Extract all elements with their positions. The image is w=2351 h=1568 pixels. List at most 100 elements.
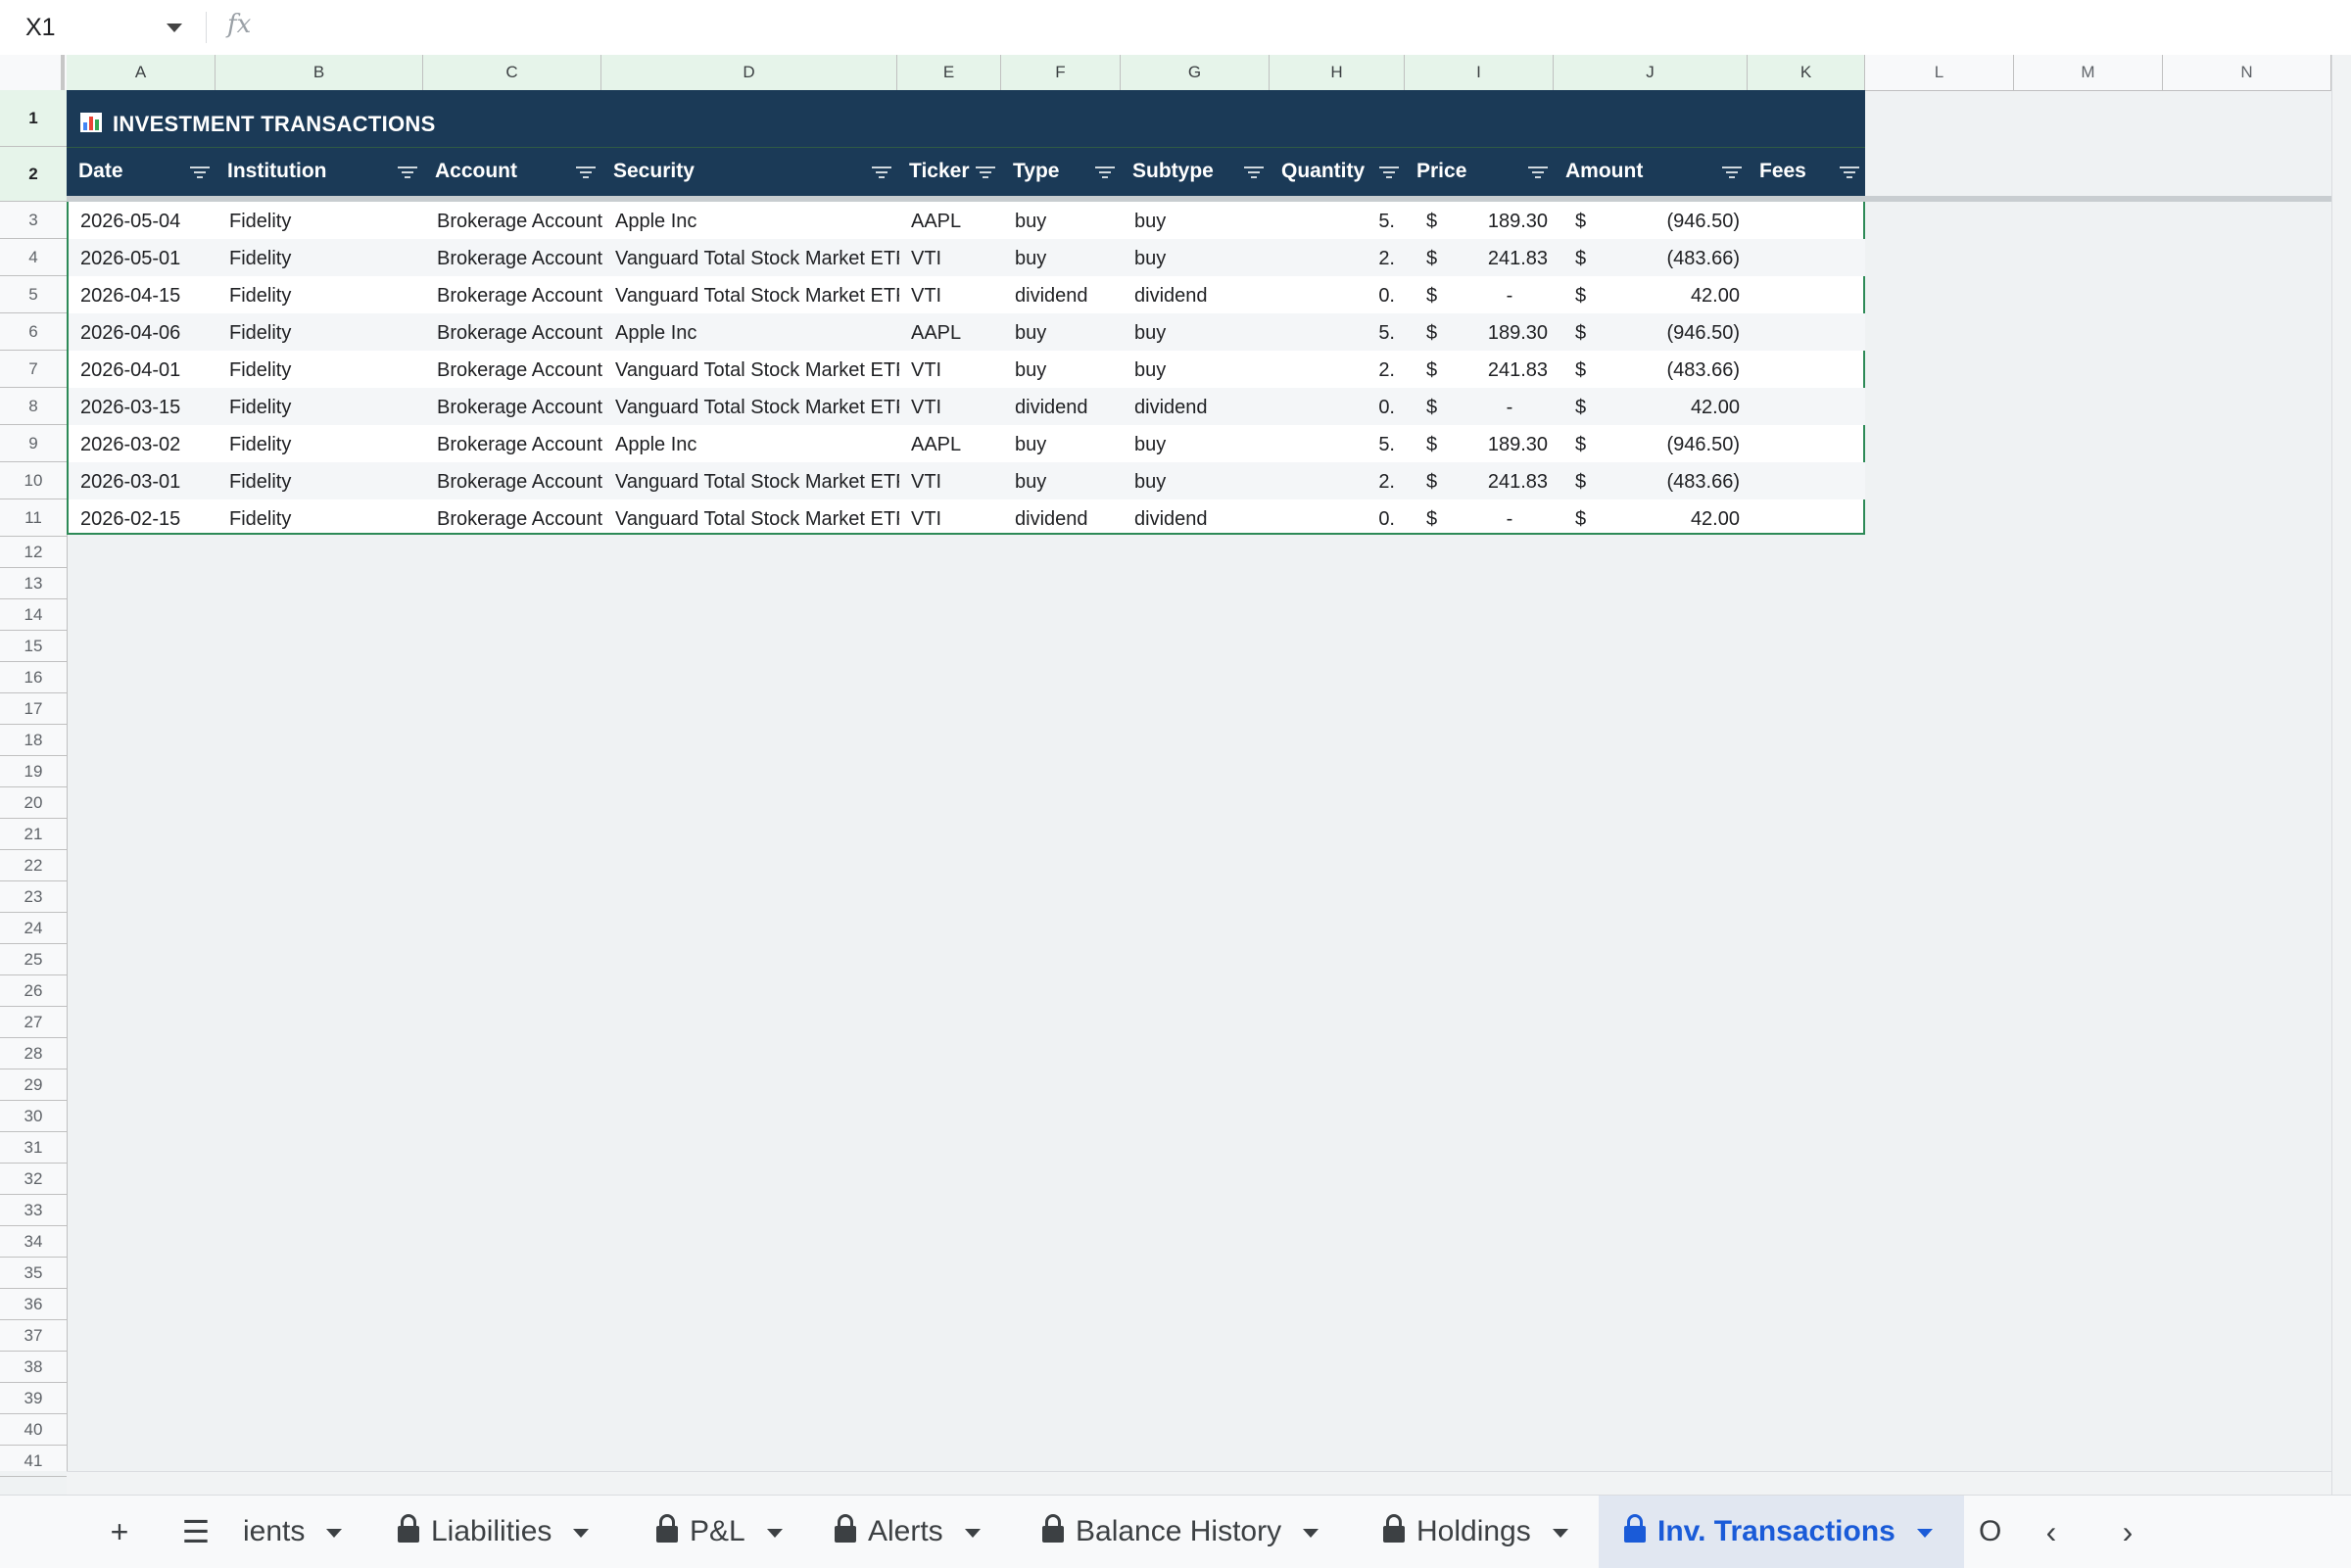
row-header-17[interactable]: 17 [0, 693, 67, 725]
row-header-6[interactable]: 6 [0, 313, 67, 351]
row-header-26[interactable]: 26 [0, 975, 67, 1007]
add-sheet-button[interactable]: + [100, 1496, 139, 1568]
row-header-35[interactable]: 35 [0, 1258, 67, 1289]
chevron-down-icon[interactable] [326, 1528, 343, 1538]
vertical-scrollbar[interactable] [2331, 55, 2351, 1495]
row-header-11[interactable]: 11 [0, 499, 67, 537]
table-row[interactable]: 2026-03-15 Fidelity Brokerage Account Vangu… [69, 388, 1865, 425]
tab-alerts[interactable]: Alerts [835, 1496, 981, 1568]
tab-liabilities[interactable]: Liabilities [398, 1496, 590, 1568]
row-header-12[interactable]: 12 [0, 537, 67, 568]
name-box[interactable]: X1 [25, 12, 190, 43]
table-row[interactable]: 2026-05-01 Fidelity Brokerage Account Vangu… [69, 239, 1865, 276]
row-header-20[interactable]: 20 [0, 787, 67, 819]
row-header-4[interactable]: 4 [0, 239, 67, 276]
column-header-j[interactable]: J [1554, 55, 1748, 90]
row-header-23[interactable]: 23 [0, 881, 67, 913]
table-row[interactable]: 2026-05-04 Fidelity Brokerage Account Apple… [69, 202, 1865, 239]
row-header-5[interactable]: 5 [0, 276, 67, 313]
tab-ients[interactable]: ients [243, 1496, 343, 1568]
table-row[interactable]: 2026-02-15 Fidelity Brokerage Account Vangu… [69, 499, 1865, 537]
column-header-i[interactable]: I [1405, 55, 1554, 90]
scroll-tabs-left-button[interactable]: ‹ [2032, 1496, 2071, 1568]
filter-type-icon[interactable] [1095, 166, 1115, 178]
chevron-down-icon[interactable] [766, 1528, 783, 1538]
column-header-e[interactable]: E [897, 55, 1001, 90]
row-header-9[interactable]: 9 [0, 425, 67, 462]
name-box-dropdown-icon[interactable] [167, 24, 182, 32]
column-header-d[interactable]: D [601, 55, 897, 90]
filter-date-icon[interactable] [190, 166, 210, 178]
table-row[interactable]: 2026-04-15 Fidelity Brokerage Account Vangu… [69, 276, 1865, 313]
tab-inv-transactions[interactable]: Inv. Transactions [1599, 1496, 1964, 1568]
column-header-h[interactable]: H [1270, 55, 1405, 90]
chevron-down-icon[interactable] [573, 1528, 590, 1538]
column-header-c[interactable]: C [423, 55, 601, 90]
row-header-28[interactable]: 28 [0, 1038, 67, 1069]
filter-subtype-icon[interactable] [1244, 166, 1264, 178]
row-header-16[interactable]: 16 [0, 662, 67, 693]
row-header-13[interactable]: 13 [0, 568, 67, 599]
filter-security-icon[interactable] [872, 166, 891, 178]
table-row[interactable]: 2026-04-01 Fidelity Brokerage Account Vangu… [69, 351, 1865, 388]
filter-fees-icon[interactable] [1840, 166, 1859, 178]
tab-p-l[interactable]: P&L [656, 1496, 783, 1568]
table-row[interactable]: 2026-04-06 Fidelity Brokerage Account Apple… [69, 313, 1865, 351]
row-header-41[interactable]: 41 [0, 1446, 67, 1477]
row-header-3[interactable]: 3 [0, 202, 67, 239]
chevron-down-icon[interactable] [964, 1528, 981, 1538]
row-header-36[interactable]: 36 [0, 1289, 67, 1320]
tab-holdings[interactable]: Holdings [1383, 1496, 1568, 1568]
filter-account-icon[interactable] [576, 166, 596, 178]
all-sheets-menu-button[interactable]: ☰ [176, 1496, 216, 1568]
column-header-m[interactable]: M [2014, 55, 2163, 90]
filter-amount-icon[interactable] [1722, 166, 1742, 178]
column-header-g[interactable]: G [1121, 55, 1270, 90]
row-header-38[interactable]: 38 [0, 1352, 67, 1383]
row-header-2[interactable]: 2 [0, 147, 67, 202]
sheet-grid[interactable]: INVESTMENT TRANSACTIONS Date Institution A… [67, 90, 2331, 1471]
row-header-33[interactable]: 33 [0, 1195, 67, 1226]
row-header-39[interactable]: 39 [0, 1383, 67, 1414]
row-header-21[interactable]: 21 [0, 819, 67, 850]
chevron-down-icon[interactable] [1916, 1528, 1933, 1538]
chevron-down-icon[interactable] [1552, 1528, 1568, 1538]
filter-ticker-icon[interactable] [976, 166, 995, 178]
table-title-band[interactable]: INVESTMENT TRANSACTIONS [67, 90, 1865, 147]
column-header-n[interactable]: N [2163, 55, 2331, 90]
row-header-30[interactable]: 30 [0, 1101, 67, 1132]
row-header-19[interactable]: 19 [0, 756, 67, 787]
column-header-b[interactable]: B [216, 55, 423, 90]
row-header-1[interactable]: 1 [0, 90, 67, 147]
select-all-corner[interactable] [0, 55, 65, 90]
row-header-40[interactable]: 40 [0, 1414, 67, 1446]
row-header-37[interactable]: 37 [0, 1320, 67, 1352]
row-header-18[interactable]: 18 [0, 725, 67, 756]
row-header-29[interactable]: 29 [0, 1069, 67, 1101]
tab-overflow-partial[interactable]: O [1979, 1496, 2001, 1568]
chevron-down-icon[interactable] [1303, 1528, 1319, 1538]
scroll-tabs-right-button[interactable]: › [2108, 1496, 2147, 1568]
row-header-14[interactable]: 14 [0, 599, 67, 631]
horizontal-scrollbar[interactable] [67, 1471, 2331, 1496]
column-header-k[interactable]: K [1748, 55, 1865, 90]
row-header-25[interactable]: 25 [0, 944, 67, 975]
column-header-f[interactable]: F [1001, 55, 1121, 90]
row-header-22[interactable]: 22 [0, 850, 67, 881]
row-header-10[interactable]: 10 [0, 462, 67, 499]
table-row[interactable]: 2026-03-01 Fidelity Brokerage Account Vangu… [69, 462, 1865, 499]
column-header-a[interactable]: A [67, 55, 216, 90]
row-header-7[interactable]: 7 [0, 351, 67, 388]
row-header-34[interactable]: 34 [0, 1226, 67, 1258]
row-header-31[interactable]: 31 [0, 1132, 67, 1164]
filter-institution-icon[interactable] [398, 166, 417, 178]
filter-quantity-icon[interactable] [1379, 166, 1399, 178]
row-header-24[interactable]: 24 [0, 913, 67, 944]
row-header-8[interactable]: 8 [0, 388, 67, 425]
row-header-32[interactable]: 32 [0, 1164, 67, 1195]
filter-price-icon[interactable] [1528, 166, 1548, 178]
row-header-15[interactable]: 15 [0, 631, 67, 662]
row-header-27[interactable]: 27 [0, 1007, 67, 1038]
tab-balance-history[interactable]: Balance History [1042, 1496, 1319, 1568]
table-row[interactable]: 2026-03-02 Fidelity Brokerage Account Apple… [69, 425, 1865, 462]
